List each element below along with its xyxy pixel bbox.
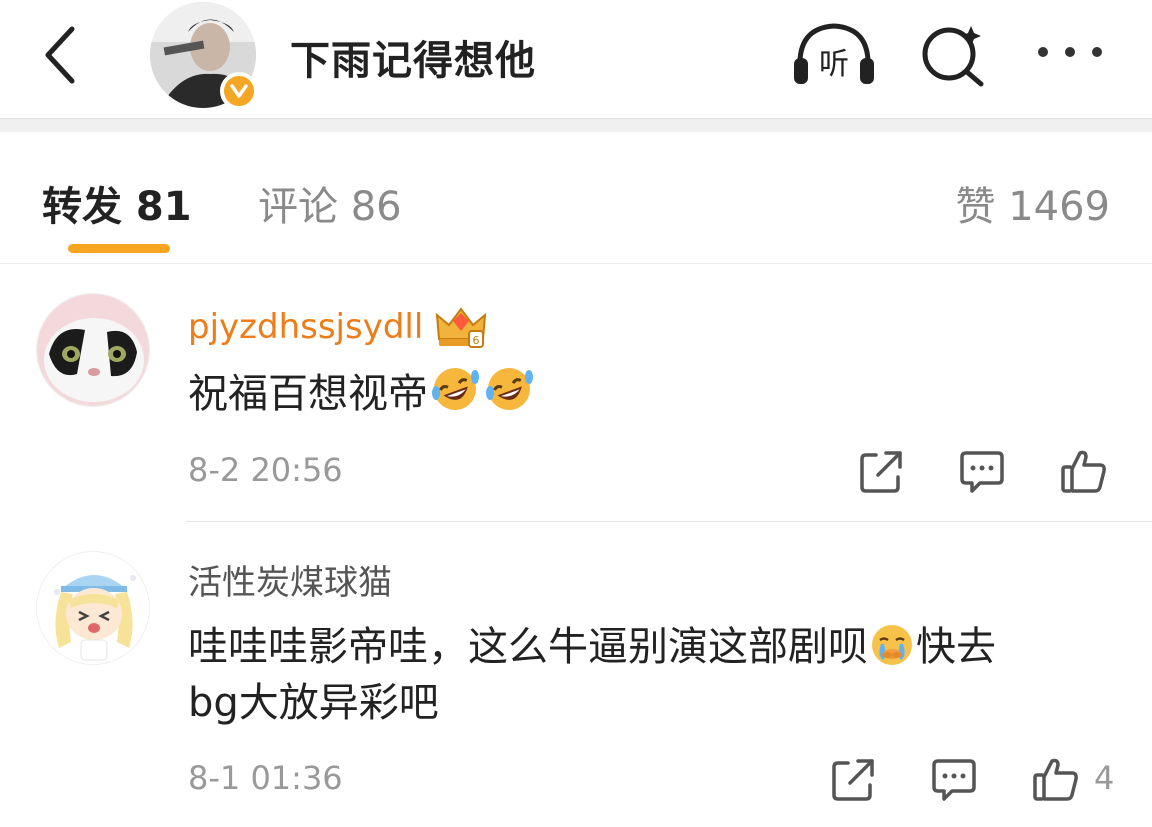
comment-text: 哇哇哇影帝哇，这么牛逼别演这部剧呗 快去 bg大放异彩吧 <box>188 619 1118 731</box>
reply-button[interactable] <box>956 445 1008 497</box>
tab-bar: 转发 81 评论 86 赞 1469 <box>0 132 1152 264</box>
more-options-button[interactable] <box>1030 30 1110 74</box>
svg-text:6: 6 <box>473 334 480 347</box>
share-button[interactable] <box>856 445 908 497</box>
commenter-avatar[interactable] <box>36 551 150 665</box>
tab-like[interactable]: 赞 1469 <box>955 174 1110 232</box>
listen-label: 听 <box>819 47 849 82</box>
share-button[interactable] <box>828 753 880 805</box>
more-dot-icon <box>1092 47 1102 57</box>
comment-body-line1-end: 快去 <box>916 624 996 670</box>
comment-item: 活性炭煤球猫 哇哇哇影帝哇，这么牛逼别演这部剧呗 快去 bg大放异彩吧 8-1 0… <box>0 523 1152 827</box>
rofl-emoji-icon <box>486 368 533 410</box>
section-divider <box>0 118 1152 132</box>
crying-emoji-icon <box>872 625 912 665</box>
comment-bubble-icon <box>932 759 976 801</box>
more-dot-icon <box>1065 47 1075 57</box>
verified-badge-icon <box>220 72 258 110</box>
like-button[interactable] <box>1030 753 1082 805</box>
vip-crown-icon: 6 <box>436 307 487 348</box>
active-tab-indicator <box>68 244 170 253</box>
reply-button[interactable] <box>928 753 980 805</box>
tab-repost[interactable]: 转发 81 <box>42 174 192 232</box>
commenter-avatar[interactable] <box>36 293 150 407</box>
page-title: 下雨记得想他 <box>290 38 536 84</box>
comment-text: 祝福百想视帝 <box>188 363 1118 422</box>
thumbs-up-icon <box>1061 450 1106 493</box>
back-button[interactable] <box>30 20 90 90</box>
comment-body: 祝福百想视帝 <box>188 371 428 417</box>
username-text: pjyzdhssjsydll <box>188 307 424 347</box>
rofl-emoji-icon <box>432 368 479 410</box>
comment-body-line1: 哇哇哇影帝哇，这么牛逼别演这部剧呗 <box>188 624 868 670</box>
comment-divider <box>186 521 1152 522</box>
like-count: 4 <box>1094 759 1115 797</box>
search-icon <box>922 26 984 87</box>
comment-bubble-icon <box>960 451 1004 493</box>
comment-item: pjyzdhssjsydll 6 祝福百想视帝 8-2 20:56 <box>0 265 1152 523</box>
top-bar: 下雨记得想他 听 <box>0 0 1152 118</box>
like-button[interactable] <box>1058 445 1110 497</box>
commenter-name[interactable]: pjyzdhssjsydll 6 <box>188 303 489 351</box>
thumbs-up-icon <box>1033 758 1078 801</box>
share-icon <box>860 451 902 493</box>
comment-body-line2: bg大放异彩吧 <box>188 680 439 726</box>
comment-time: 8-2 20:56 <box>188 451 343 489</box>
share-icon <box>832 759 874 801</box>
comment-time: 8-1 01:36 <box>188 759 343 797</box>
search-button[interactable] <box>915 18 993 88</box>
tab-comment[interactable]: 评论 86 <box>258 174 402 232</box>
commenter-name[interactable]: 活性炭煤球猫 <box>188 555 392 604</box>
more-dot-icon <box>1038 47 1048 57</box>
headphones-icon: 听 <box>794 23 874 84</box>
chevron-left-icon <box>45 26 75 84</box>
listen-button[interactable]: 听 <box>790 18 878 88</box>
